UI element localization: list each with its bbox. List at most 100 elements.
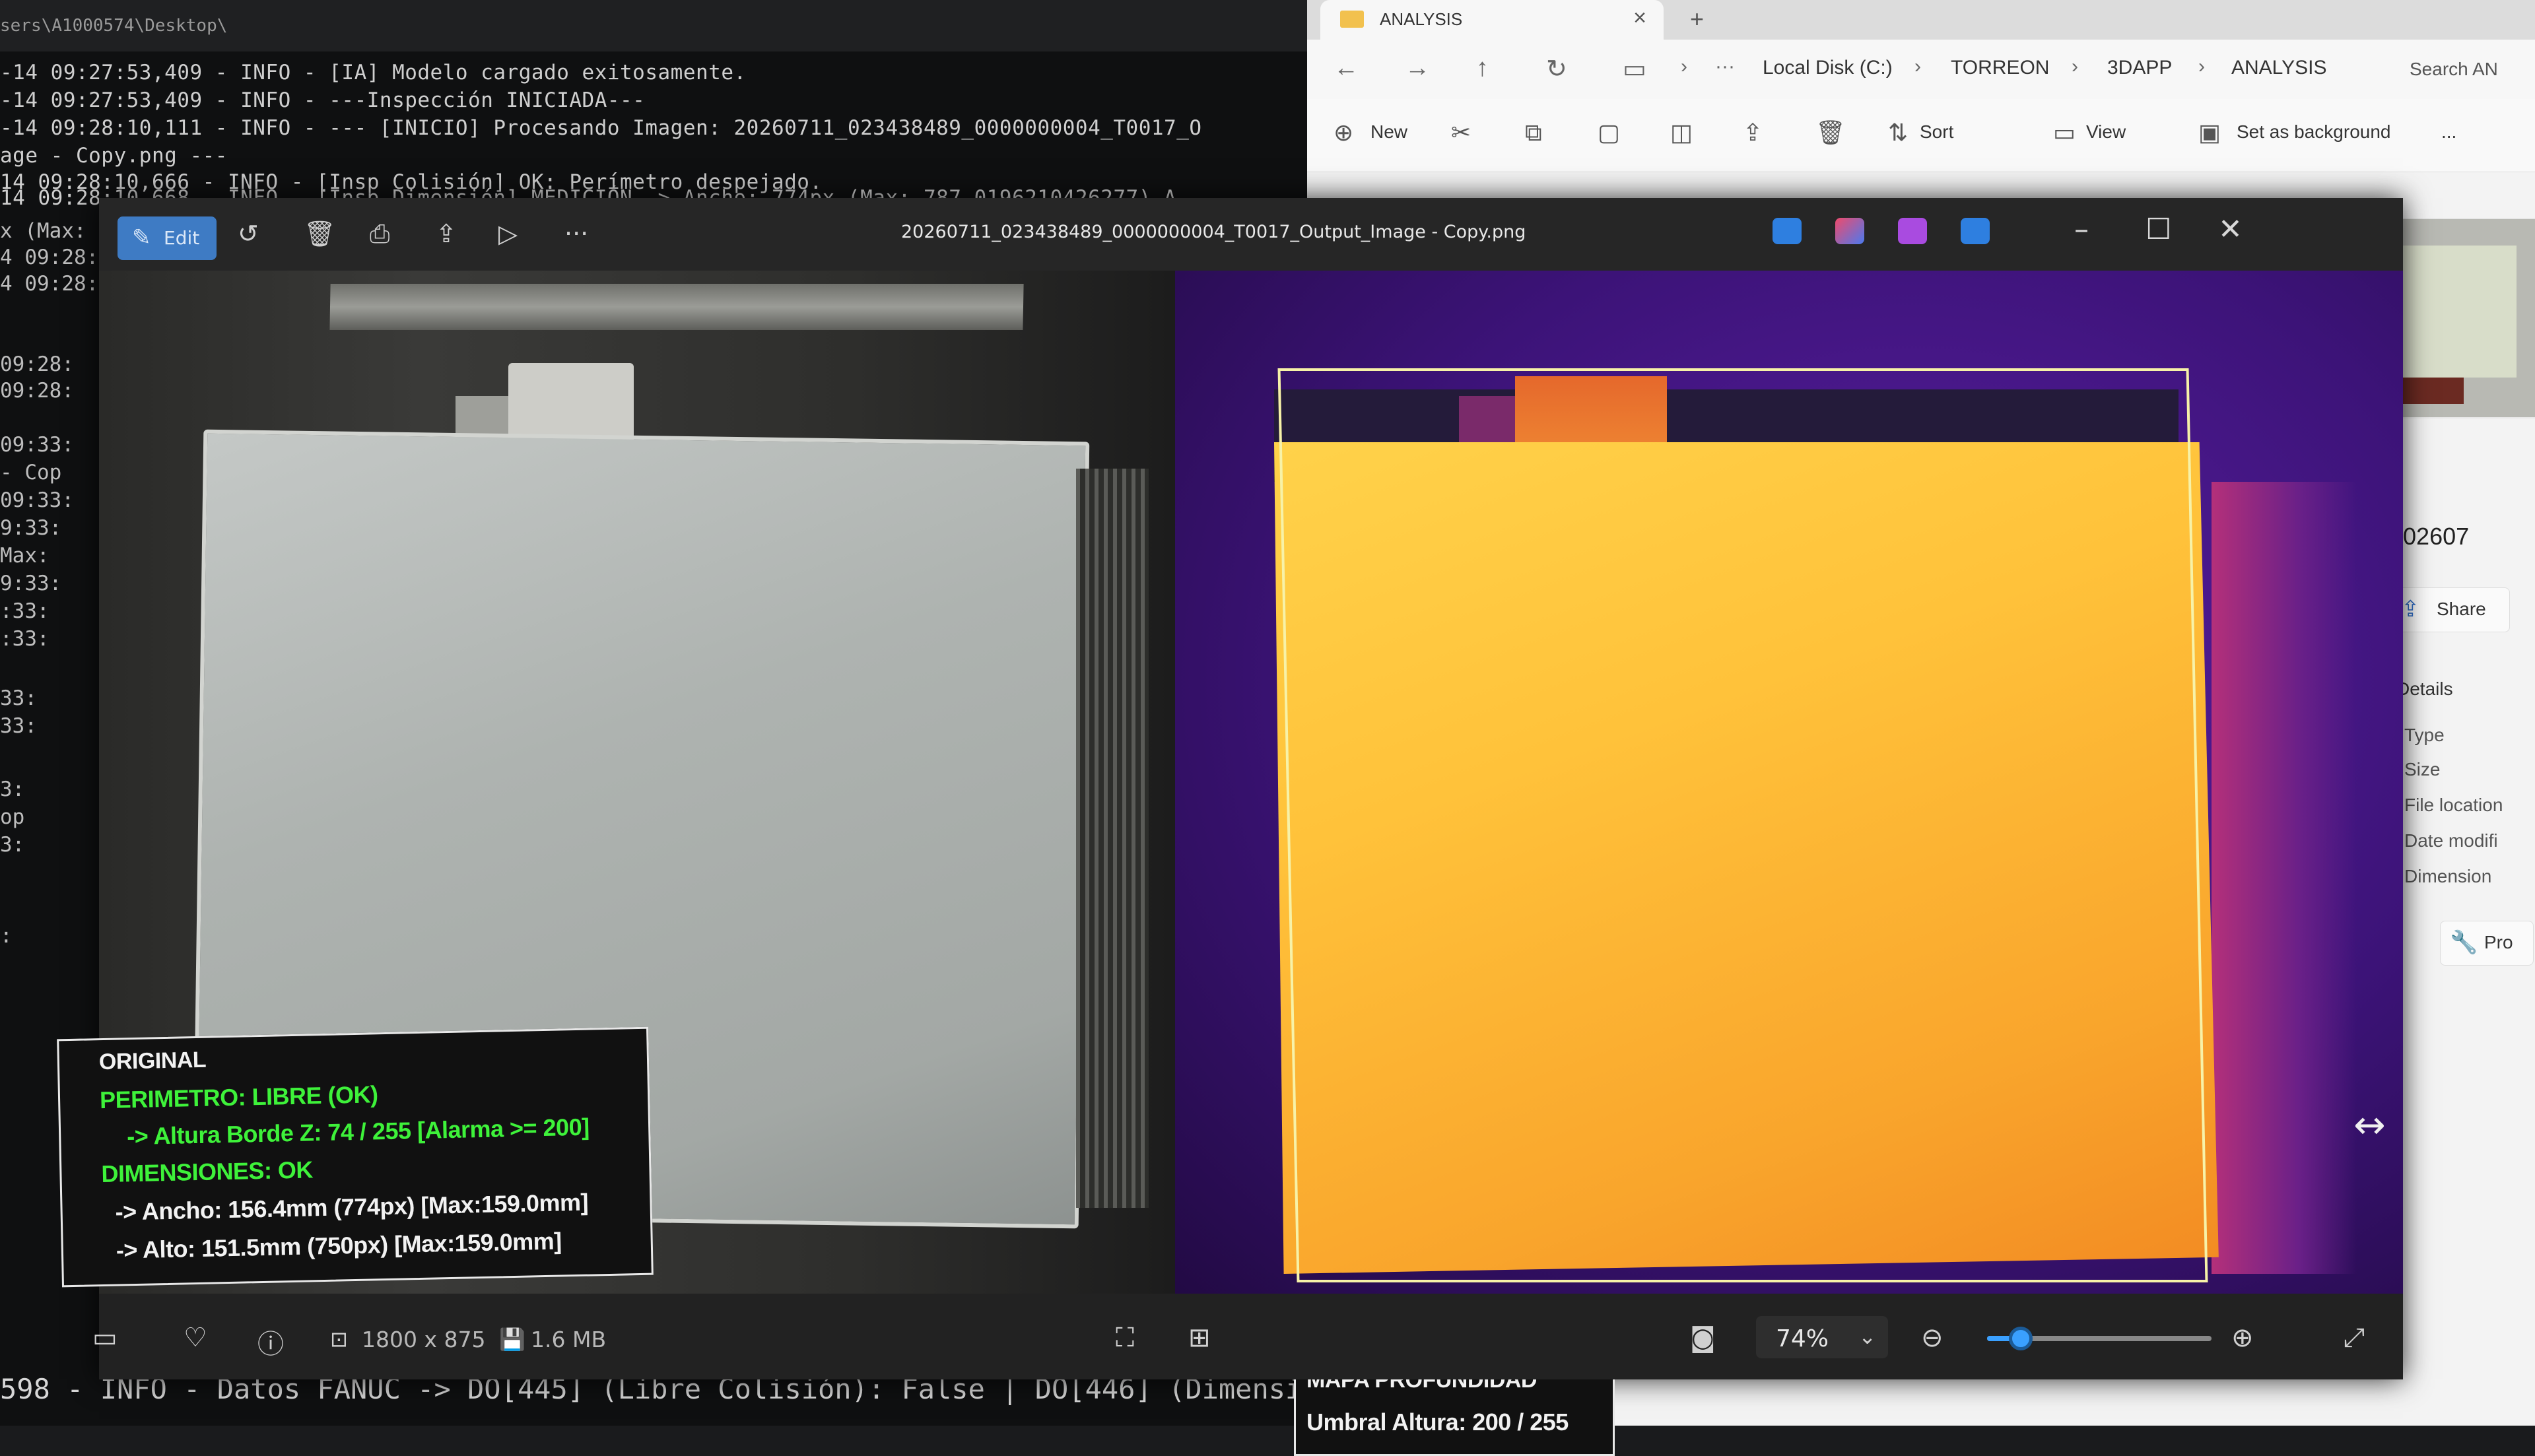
breadcrumb-separator: ›: [2198, 55, 2205, 77]
new-button[interactable]: New: [1370, 121, 1407, 143]
detail-field: Type: [2404, 725, 2445, 745]
terminal-titlebar: sers\A1000574\Desktop\: [0, 0, 1307, 51]
zoom-dropdown[interactable]: 74% ⌄: [1756, 1316, 1888, 1358]
folder-icon: [1340, 11, 1364, 28]
back-icon[interactable]: ←: [1334, 54, 1359, 83]
share-icon[interactable]: ⇪: [436, 219, 457, 248]
zoom-value: 74%: [1776, 1325, 1829, 1352]
favorite-icon[interactable]: ♡: [184, 1323, 207, 1353]
detail-field: Size: [2404, 759, 2441, 779]
breadcrumb-item[interactable]: ANALYSIS: [2231, 57, 2327, 79]
viewer-status-bar: ▭ ♡ ⓘ ⊡ 1800 x 875 💾 1.6 MB ⛶ ⊞ ◙ 74% ⌄ …: [92, 1294, 2403, 1379]
log-fragment: op: [0, 805, 25, 829]
log-fragment: :33:: [0, 599, 50, 623]
new-tab-button[interactable]: +: [1690, 5, 1704, 33]
share-icon: ⇪: [2401, 597, 2420, 622]
metal-strip: [329, 284, 1024, 330]
view-icon: ▭: [2053, 119, 2076, 146]
more-icon[interactable]: ···: [564, 219, 588, 248]
rotate-icon[interactable]: ↺: [238, 219, 259, 248]
rename-icon[interactable]: ◫: [1670, 119, 1693, 147]
properties-label: Pro: [2484, 932, 2513, 952]
view-button[interactable]: View: [2086, 121, 2126, 143]
width-value: -> Ancho: 156.4mm (774px) [Max:159.0mm]: [115, 1188, 589, 1226]
more-path-icon[interactable]: ···: [1715, 55, 1735, 78]
log-fragment: 33:: [0, 686, 37, 710]
edit-label: Edit: [164, 227, 200, 249]
resolution-icon: ⊡: [330, 1327, 348, 1352]
panel-stack-edge: [1076, 469, 1149, 1208]
photo-viewer-window: ✎ Edit ↺ 🗑 ⎙ ⇪ ▷ ··· 20260711_023438489_…: [57, 198, 2403, 1456]
properties-button[interactable]: 🔧 Pro: [2440, 921, 2534, 966]
close-icon[interactable]: ✕: [2218, 213, 2243, 246]
zoom-out-icon[interactable]: ⊖: [1921, 1323, 1944, 1353]
depth-edge-glow: [2212, 482, 2357, 1274]
set-background-button[interactable]: Set as background: [2237, 121, 2391, 143]
cut-icon[interactable]: ✂: [1451, 119, 1471, 147]
more-options-button[interactable]: ...: [2441, 121, 2456, 143]
log-fragment: 33:: [0, 714, 37, 738]
copilot-icon[interactable]: [1835, 218, 1864, 244]
edit-button[interactable]: ✎ Edit: [118, 216, 217, 260]
refresh-icon[interactable]: ↻: [1546, 54, 1567, 84]
log-fragment: 9:33:: [0, 516, 62, 540]
copy-icon[interactable]: ⧉: [1525, 119, 1542, 147]
fullscreen-icon[interactable]: ⤢: [2344, 1323, 2365, 1353]
log-fragment: x (Max:: [0, 219, 86, 243]
set-background-icon: ▣: [2198, 119, 2221, 146]
share-button[interactable]: ⇪ Share: [2390, 587, 2510, 632]
log-fragment: 4 09:28:: [0, 246, 99, 269]
paste-icon[interactable]: ▢: [1598, 119, 1620, 147]
edit-icon: ✎: [132, 224, 151, 251]
zoom-slider-thumb[interactable]: [2009, 1327, 2033, 1350]
info-icon[interactable]: ⓘ: [257, 1323, 284, 1361]
text-scan-icon[interactable]: ⊞: [1188, 1323, 1211, 1353]
log-fragment: 09:28:: [0, 379, 74, 403]
app-icon-1[interactable]: [1773, 218, 1802, 244]
onedrive-icon[interactable]: [1961, 218, 1990, 244]
minimize-icon[interactable]: –: [2074, 213, 2089, 246]
log-fragment: 09:28:: [0, 352, 74, 376]
clipchamp-icon[interactable]: [1898, 218, 1927, 244]
log-line: -14 09:27:53,409 - INFO - ---Inspección …: [0, 88, 646, 112]
log-fragment: Max:: [0, 544, 50, 568]
visual-search-icon[interactable]: ⛶: [1116, 1323, 1134, 1353]
search-input[interactable]: Search AN: [2410, 53, 2535, 86]
breadcrumb-separator: ›: [1681, 55, 1687, 77]
terminal-title: sers\A1000574\Desktop\: [0, 16, 228, 36]
log-fragment: :33:: [0, 627, 50, 651]
original-heading: ORIGINAL: [98, 1047, 207, 1075]
sort-button[interactable]: Sort: [1920, 121, 1953, 143]
computer-icon[interactable]: ▭: [1623, 54, 1646, 84]
share-icon[interactable]: ⇪: [1743, 119, 1763, 147]
filmstrip-icon[interactable]: ▭: [92, 1323, 118, 1353]
viewer-titlebar: ✎ Edit ↺ 🗑 ⎙ ⇪ ▷ ··· 20260711_023438489_…: [99, 198, 2403, 271]
details-heading: Details: [2396, 678, 2453, 699]
delete-icon[interactable]: 🗑: [304, 219, 335, 249]
fit-screen-icon[interactable]: ◙: [1690, 1323, 1716, 1353]
breadcrumb-item[interactable]: 3DAPP: [2107, 57, 2172, 79]
breadcrumb-separator: ›: [2072, 55, 2078, 77]
height-threshold: Umbral Altura: 200 / 255: [1306, 1408, 1569, 1436]
print-icon[interactable]: ⎙: [370, 219, 389, 249]
zoom-in-icon[interactable]: ⊕: [2231, 1323, 2254, 1353]
close-tab-icon[interactable]: ×: [1633, 5, 1646, 31]
original-info-box: ORIGINAL PERIMETRO: LIBRE (OK) -> Altura…: [57, 1026, 654, 1288]
explorer-tab[interactable]: ANALYSIS ×: [1320, 0, 1664, 40]
forward-icon[interactable]: →: [1405, 54, 1430, 83]
explorer-tab-label: ANALYSIS: [1380, 9, 1463, 29]
share-label: Share: [2437, 599, 2486, 619]
log-fragment: 3:: [0, 833, 25, 857]
slideshow-icon[interactable]: ▷: [498, 219, 518, 248]
log-fragment: 9:33:: [0, 572, 62, 595]
maximize-icon[interactable]: ☐: [2146, 213, 2171, 246]
up-icon[interactable]: ↑: [1476, 54, 1489, 83]
delete-icon[interactable]: 🗑: [1815, 119, 1846, 147]
image-resolution: 1800 x 875: [362, 1327, 486, 1352]
breadcrumb-item[interactable]: TORREON: [1951, 57, 2049, 79]
depth-map-image: [1175, 271, 2403, 1294]
breadcrumb-item[interactable]: Local Disk (C:): [1763, 57, 1893, 79]
explorer-toolbar: ⊕ New ✂ ⧉ ▢ ◫ ⇪ 🗑 ⇅ Sort ▭ View ▣ Set as…: [1307, 99, 2535, 172]
wrench-icon: 🔧: [2450, 930, 2478, 955]
detail-field: Date modifi: [2404, 830, 2498, 851]
